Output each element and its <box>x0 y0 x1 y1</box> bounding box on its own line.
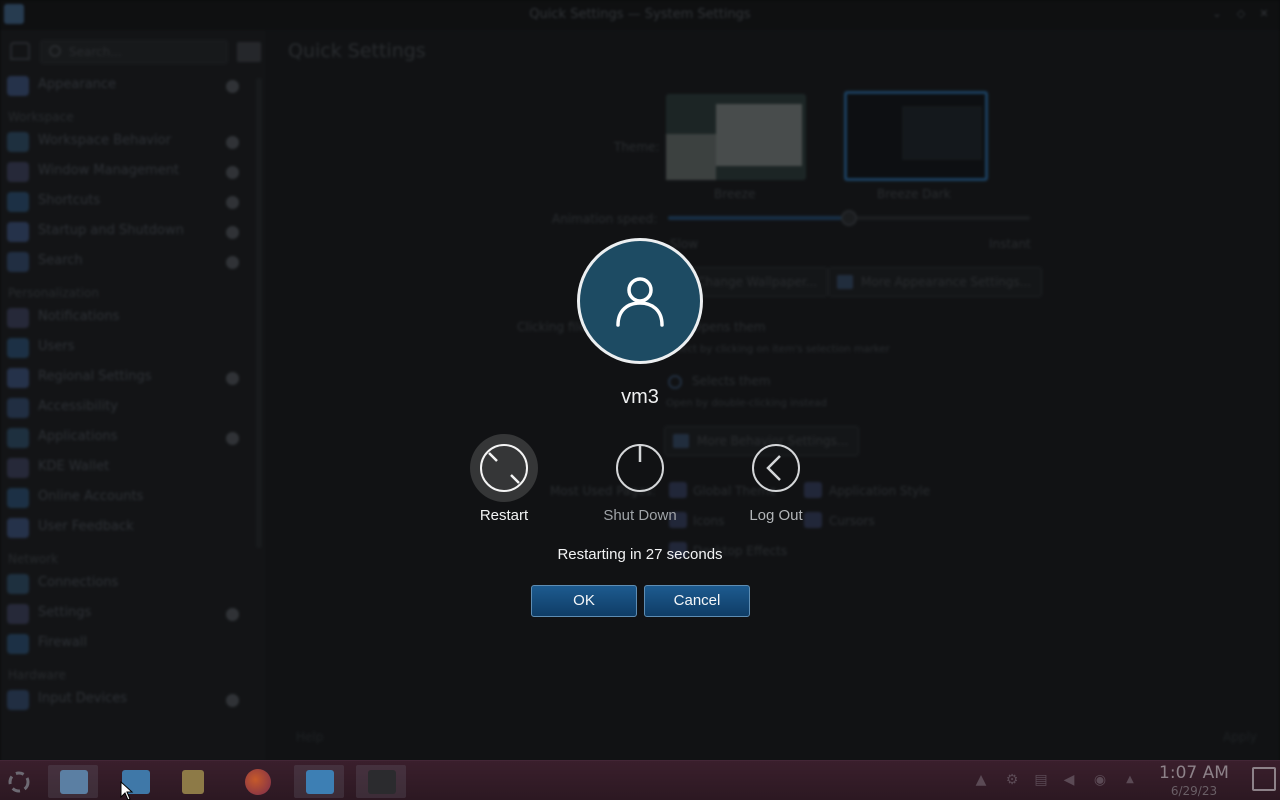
user-icon <box>616 277 664 327</box>
screen: Quick Settings — System Settings ⌄ ◇ ✕ S… <box>0 0 1280 800</box>
show-desktop-icon[interactable] <box>1252 767 1276 791</box>
clock-time[interactable]: 1:07 AM <box>1150 763 1238 783</box>
expand-tray-icon[interactable]: ▲ <box>1122 771 1138 789</box>
clock-date[interactable]: 6/29/23 <box>1150 784 1238 798</box>
vault-icon[interactable]: ▲ <box>973 771 989 789</box>
log-out-button[interactable]: Log Out <box>721 433 831 529</box>
cancel-button[interactable]: Cancel <box>644 585 750 617</box>
taskbar <box>0 760 1280 800</box>
network-icon[interactable]: ⚙ <box>1004 771 1020 789</box>
shut-down-label: Shut Down <box>603 507 677 524</box>
clipboard-icon[interactable]: ▤ <box>1033 771 1049 789</box>
files-icon[interactable] <box>294 765 344 798</box>
chevron-left-icon <box>752 444 800 492</box>
firefox-icon[interactable] <box>232 765 282 798</box>
app-launcher-icon[interactable] <box>0 765 38 798</box>
mouse-cursor-icon <box>120 781 134 800</box>
dolphin-icon[interactable] <box>110 765 160 798</box>
username: vm3 <box>621 386 659 408</box>
volume-icon[interactable]: ◀ <box>1061 771 1077 789</box>
terminal-icon[interactable] <box>356 765 406 798</box>
log-out-label: Log Out <box>749 507 803 524</box>
restart-label: Restart <box>479 507 529 524</box>
user-avatar <box>577 238 703 364</box>
system-settings-icon[interactable] <box>48 765 98 798</box>
ok-button[interactable]: OK <box>531 585 637 617</box>
power-icon <box>616 444 664 492</box>
countdown-text: Restarting in 27 seconds <box>557 546 723 563</box>
dim-overlay <box>0 0 1280 760</box>
restart-button[interactable]: Restart <box>449 433 559 529</box>
file-manager-icon[interactable] <box>168 765 218 798</box>
shut-down-button[interactable]: Shut Down <box>585 433 695 529</box>
speaker-icon[interactable]: ◉ <box>1092 771 1108 789</box>
restart-icon <box>480 444 528 492</box>
